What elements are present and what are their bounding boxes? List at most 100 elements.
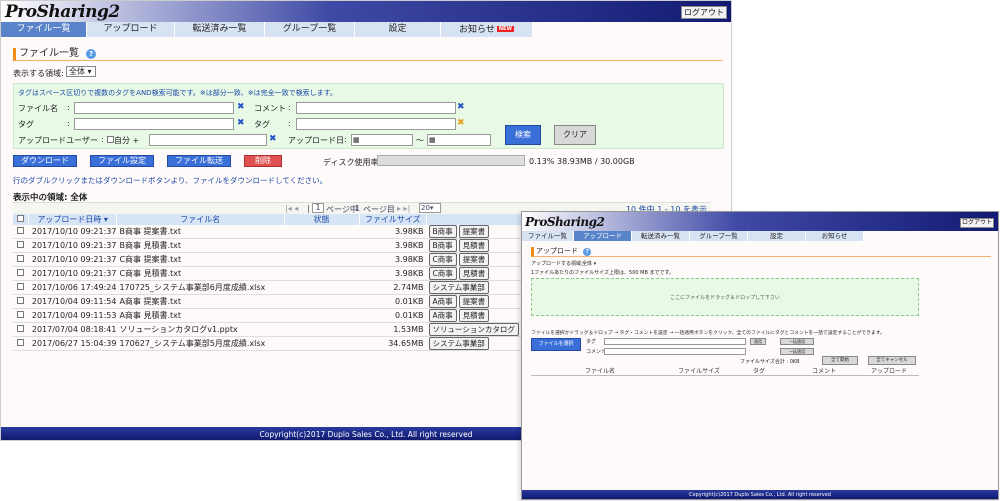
row-checkbox-cell[interactable]: [13, 280, 29, 295]
upload-tab-groups[interactable]: グループ一覧: [690, 231, 748, 241]
upload-tag-input[interactable]: [604, 338, 746, 345]
row-tag-button[interactable]: 見積書: [458, 267, 490, 280]
self-checkbox[interactable]: [107, 136, 114, 143]
tag-clear-icon[interactable]: ✖: [237, 118, 245, 128]
apply-all-comment-button[interactable]: 一括適用: [780, 348, 814, 355]
col-filename[interactable]: ファイル名: [116, 214, 285, 225]
filename-input[interactable]: [74, 102, 234, 114]
self-checkbox-wrap[interactable]: 自分 +: [107, 135, 139, 146]
search-button[interactable]: 検索: [505, 125, 541, 145]
help-icon[interactable]: ?: [86, 49, 97, 59]
apply-all-tag-button[interactable]: 一括適用: [780, 338, 814, 345]
upload-help-icon[interactable]: ?: [583, 248, 592, 256]
row-checkbox-cell[interactable]: [13, 238, 29, 253]
upload-tab-transferred[interactable]: 転送済み一覧: [632, 231, 690, 241]
tab-transferred[interactable]: 転送済み一覧: [175, 22, 265, 37]
row-checkbox-cell[interactable]: [13, 322, 29, 337]
pager-next-icon[interactable]: ▸ ▸|: [397, 204, 410, 213]
row-tag-button[interactable]: ソリューションカタログ: [428, 323, 519, 336]
table-row[interactable]: 2017/10/10 09:21:37 B商事 提案書.txt 3.98KB B商事提…: [13, 225, 525, 239]
row-checkbox[interactable]: [17, 325, 25, 332]
tab-groups[interactable]: グループ一覧: [265, 22, 355, 37]
comment-clear-icon[interactable]: ✖: [457, 102, 465, 112]
row-checkbox-cell[interactable]: [13, 294, 29, 309]
col-upload-date[interactable]: アップロード日時 ▾: [28, 214, 117, 225]
logout-button[interactable]: ログアウト: [681, 6, 727, 19]
drop-zone[interactable]: ここにファイルをドラッグ＆ドロップして下さい: [531, 278, 919, 316]
row-tag-button[interactable]: 見積書: [458, 239, 490, 252]
start-all-button[interactable]: 全て開始: [822, 356, 858, 365]
row-tag-button[interactable]: C商事: [428, 267, 457, 280]
row-checkbox[interactable]: [17, 227, 25, 234]
apply-button[interactable]: 適用: [750, 338, 766, 345]
row-checkbox[interactable]: [17, 269, 25, 276]
filename-clear-icon[interactable]: ✖: [237, 102, 245, 112]
upload-logout-button[interactable]: ログアウト: [960, 218, 994, 228]
cancel-all-button[interactable]: 全てキャンセル: [868, 356, 916, 365]
file-settings-button[interactable]: ファイル設定: [90, 155, 154, 167]
row-checkbox-cell[interactable]: [13, 308, 29, 323]
row-checkbox[interactable]: [17, 311, 25, 318]
select-all-header[interactable]: [13, 214, 30, 225]
row-tag-button[interactable]: システム事業部: [428, 281, 489, 294]
row-tag-button[interactable]: 提案書: [458, 295, 490, 308]
table-row[interactable]: 2017/10/04 09:11:53 A商事 見積書.txt 0.01KB A商事見…: [13, 308, 525, 323]
row-checkbox[interactable]: [17, 255, 25, 262]
tab-news[interactable]: お知らせ NEW: [441, 22, 533, 37]
row-tag-button[interactable]: C商事: [428, 253, 457, 266]
upload-tab-file-list[interactable]: ファイル一覧: [522, 231, 574, 241]
row-tag-button[interactable]: システム事業部: [428, 337, 489, 350]
table-row[interactable]: 2017/07/04 08:18:41 ソリューションカタログv1.pptx 1.5…: [13, 322, 525, 337]
col-status[interactable]: 状態: [284, 214, 360, 225]
row-tag-button[interactable]: B商事: [428, 239, 457, 252]
table-row[interactable]: 2017/10/04 09:11:54 A商事 提案書.txt 0.01KB A商事提…: [13, 294, 525, 309]
row-checkbox[interactable]: [17, 297, 25, 304]
upload-comment-input[interactable]: [604, 348, 746, 355]
pager-first-icon[interactable]: |◂ ◂: [285, 204, 298, 213]
clear-button[interactable]: クリア: [554, 125, 596, 145]
tag-exact-input[interactable]: [296, 118, 456, 130]
uploader-clear-icon[interactable]: ✖: [269, 134, 277, 144]
row-tag-button[interactable]: B商事: [428, 225, 457, 238]
tab-file-list[interactable]: ファイル一覧: [1, 22, 87, 37]
row-checkbox[interactable]: [17, 241, 25, 248]
date-from-input[interactable]: ▦: [351, 134, 413, 146]
upload-tab-news[interactable]: お知らせ: [806, 231, 864, 241]
select-all-checkbox[interactable]: [17, 215, 25, 222]
delete-button[interactable]: 削除: [244, 155, 282, 167]
row-checkbox-cell[interactable]: [13, 252, 29, 267]
upload-tab-upload[interactable]: アップロード: [574, 231, 632, 241]
tag-exact-clear-icon[interactable]: ✖: [457, 118, 465, 128]
col-filesize[interactable]: ファイルサイズ: [359, 214, 428, 225]
row-tag-button[interactable]: 見積書: [458, 309, 490, 322]
file-transfer-button[interactable]: ファイル転送: [167, 155, 231, 167]
comment-input[interactable]: [296, 102, 456, 114]
row-tag-button[interactable]: A商事: [428, 309, 457, 322]
row-checkbox-cell[interactable]: [13, 266, 29, 281]
table-row[interactable]: 2017/10/10 09:21:37 C商事 見積書.txt 3.98KB C商事見…: [13, 266, 525, 281]
row-checkbox[interactable]: [17, 339, 25, 346]
row-checkbox-cell[interactable]: [13, 336, 29, 351]
upload-tab-settings[interactable]: 設定: [748, 231, 806, 241]
row-checkbox[interactable]: [17, 283, 25, 290]
tag-input[interactable]: [74, 118, 234, 130]
upload-scope-select[interactable]: 全体 ▾: [582, 260, 596, 267]
date-to-input[interactable]: ▦: [427, 134, 491, 146]
tab-settings[interactable]: 設定: [355, 22, 441, 37]
table-row[interactable]: 2017/10/10 09:21:37 C商事 提案書.txt 3.98KB C商事提…: [13, 252, 525, 267]
tab-upload[interactable]: アップロード: [87, 22, 175, 37]
per-page-select[interactable]: 20▾: [419, 203, 441, 213]
row-tag-button[interactable]: 提案書: [458, 225, 490, 238]
download-button[interactable]: ダウンロード: [13, 155, 77, 167]
row-checkbox-cell[interactable]: [13, 225, 29, 239]
table-row[interactable]: 2017/10/06 17:49:24 170725_システム事業部6月度成績.x…: [13, 280, 525, 295]
pager-page-input[interactable]: 1: [312, 203, 324, 213]
select-file-button[interactable]: ファイルを選択: [531, 338, 581, 351]
scope-select[interactable]: 全体 ▾: [66, 66, 96, 77]
uploader-input[interactable]: [149, 134, 267, 146]
table-row[interactable]: 2017/10/10 09:21:37 B商事 見積書.txt 3.98KB B商事見…: [13, 238, 525, 253]
table-row[interactable]: 2017/06/27 15:04:39 170627_システム事業部5月度成績.x…: [13, 336, 525, 351]
row-tag-button[interactable]: A商事: [428, 295, 457, 308]
row-tags: B商事 提案書: [426, 225, 525, 239]
row-tag-button[interactable]: 提案書: [458, 253, 490, 266]
